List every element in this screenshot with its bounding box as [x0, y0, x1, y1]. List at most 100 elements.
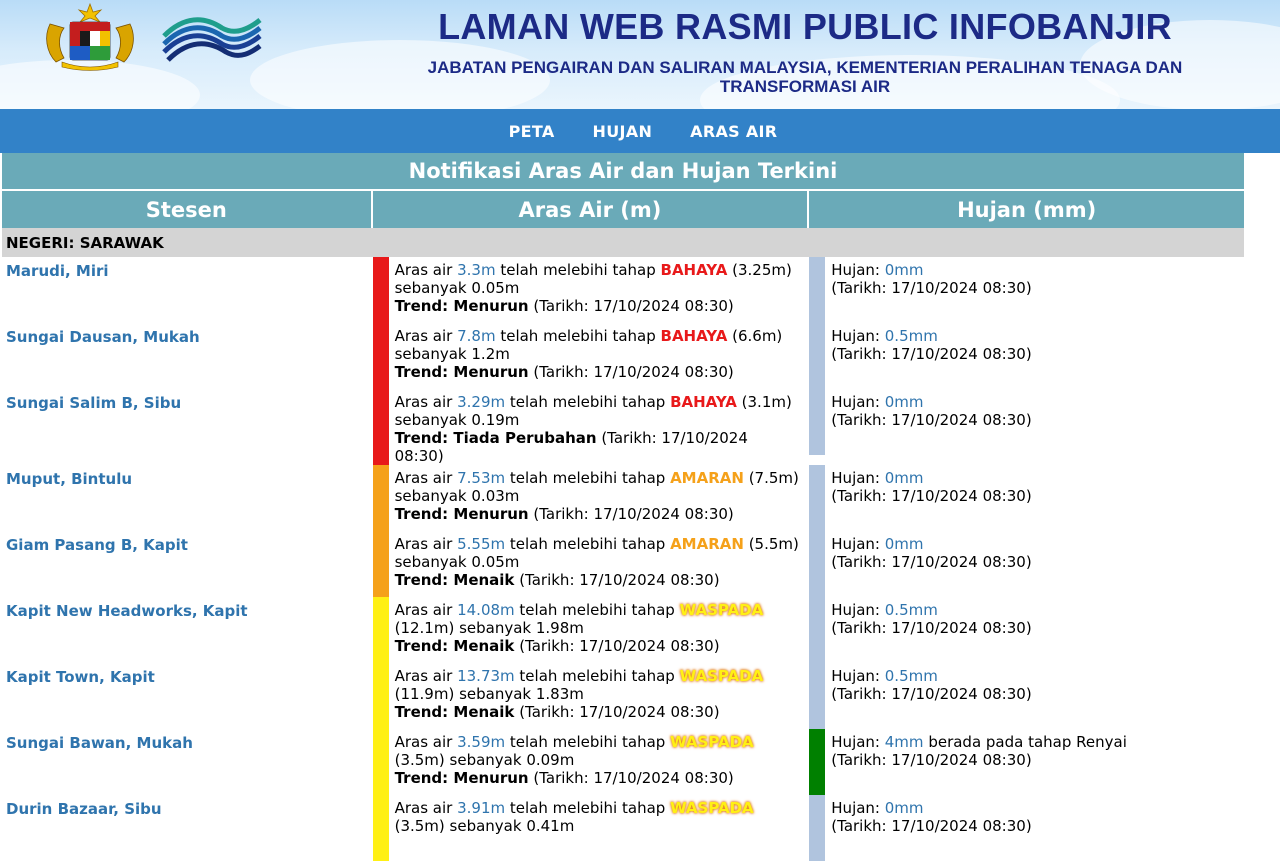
- rainfall-text: Hujan: 4mm berada pada tahap Renyai (Tari…: [825, 729, 1133, 795]
- water-level-value: 3.59m: [457, 733, 506, 751]
- date-close: ): [1025, 619, 1032, 637]
- station-link[interactable]: Sungai Salim B, Sibu: [6, 394, 181, 412]
- rainfall-cell: Hujan: 0.5mm (Tarikh: 17/10/2024 08:30): [809, 663, 1244, 729]
- table-title: Notifikasi Aras Air dan Hujan Terkini: [2, 153, 1244, 190]
- by-text: sebanyak: [394, 411, 472, 429]
- threshold-name: BAHAYA: [660, 327, 728, 345]
- date-close: ): [1025, 345, 1032, 363]
- status-bar: [372, 323, 389, 389]
- rainfall-content: Hujan: 0mm (Tarikh: 17/10/2024 08:30): [809, 389, 1244, 455]
- rainfall-content: Hujan: 0mm (Tarikh: 17/10/2024 08:30): [809, 531, 1244, 597]
- water-level-text: Aras air 3.3m telah melebihi tahap BAHAY…: [389, 257, 808, 323]
- station-link[interactable]: Sungai Bawan, Mukah: [6, 734, 193, 752]
- station-link[interactable]: Kapit Town, Kapit: [6, 668, 155, 686]
- rainfall-text: Hujan: 0.5mm (Tarikh: 17/10/2024 08:30): [825, 663, 1037, 729]
- date-value: 17/10/2024 08:30: [891, 751, 1026, 769]
- exceeded-text: telah melebihi tahap: [505, 535, 671, 553]
- table-row: Giam Pasang B, Kapit Aras air 5.55m telah…: [2, 531, 1244, 597]
- rain-label: Hujan:: [831, 733, 885, 751]
- water-level-text: Aras air 3.59m telah melebihi tahap WASP…: [389, 729, 808, 795]
- station-link[interactable]: Muput, Bintulu: [6, 470, 132, 488]
- date-close: ): [1025, 817, 1032, 835]
- station-link[interactable]: Kapit New Headworks, Kapit: [6, 602, 248, 620]
- date-close: ): [1025, 411, 1032, 429]
- excess-value: 0.19m: [471, 411, 520, 429]
- date-close: ): [1025, 553, 1032, 571]
- exceeded-text: telah melebihi tahap: [514, 601, 680, 619]
- site-header: LAMAN WEB RASMI PUBLIC INFOBANJIR JABATA…: [0, 0, 1280, 109]
- threshold-value: (3.1m): [741, 393, 792, 411]
- exceeded-text: telah melebihi tahap: [495, 261, 661, 279]
- by-text: sebanyak: [454, 619, 536, 637]
- date-value: 17/10/2024 08:30: [891, 619, 1026, 637]
- column-header-stesen: Stesen: [2, 190, 371, 228]
- trend-value: Menaik: [453, 571, 515, 589]
- rain-status-bar: [809, 323, 826, 389]
- date-label: (Tarikh:: [831, 751, 892, 769]
- date-label: (Tarikh:: [831, 619, 892, 637]
- exceeded-text: telah melebihi tahap: [505, 799, 671, 817]
- water-level-text: Aras air 5.55m telah melebihi tahap AMAR…: [389, 531, 808, 597]
- by-text: sebanyak: [394, 279, 472, 297]
- status-bar: [372, 389, 389, 465]
- date-value: 17/10/2024 08:30: [593, 769, 728, 787]
- threshold-name: WASPADA: [679, 601, 764, 619]
- date-label: (Tarikh:: [514, 703, 580, 721]
- rainfall-content: Hujan: 4mm berada pada tahap Renyai (Tari…: [809, 729, 1244, 795]
- threshold-name: BAHAYA: [670, 393, 737, 411]
- date-value: 17/10/2024 08:30: [891, 487, 1026, 505]
- station-link[interactable]: Sungai Dausan, Mukah: [6, 328, 200, 346]
- rain-label: Hujan:: [831, 535, 885, 553]
- station-rows: Marudi, Miri Aras air 3.3m telah melebihi…: [2, 257, 1244, 861]
- nav-item-peta[interactable]: PETA: [509, 122, 555, 141]
- table-row: Sungai Salim B, Sibu Aras air 3.29m telah…: [2, 389, 1244, 465]
- date-close: ): [713, 703, 720, 721]
- trend-value: Menurun: [453, 505, 529, 523]
- water-level-value: 7.8m: [457, 327, 496, 345]
- water-level-cell: Aras air 7.53m telah melebihi tahap AMAR…: [372, 465, 808, 531]
- station-link[interactable]: Marudi, Miri: [6, 262, 109, 280]
- trend-label: Trend:: [394, 363, 454, 381]
- water-level-content: Aras air 14.08m telah melebihi tahap WAS…: [372, 597, 808, 663]
- trend-value: Menurun: [453, 363, 529, 381]
- aras-prefix: Aras air: [394, 601, 458, 619]
- column-header-hujan: Hujan (mm): [809, 190, 1244, 228]
- table-row: Kapit New Headworks, Kapit Aras air 14.08…: [2, 597, 1244, 663]
- date-value: 17/10/2024 08:30: [579, 637, 714, 655]
- water-level-value: 5.55m: [457, 535, 506, 553]
- water-level-text: Aras air 3.91m telah melebihi tahap WASP…: [389, 795, 808, 861]
- rainfall-cell: Hujan: 0mm (Tarikh: 17/10/2024 08:30): [809, 465, 1244, 531]
- water-level-text: Aras air 14.08m telah melebihi tahap WAS…: [389, 597, 808, 663]
- water-level-value: 3.91m: [457, 799, 506, 817]
- status-bar: [372, 729, 389, 795]
- nav-item-hujan[interactable]: HUJAN: [593, 122, 653, 141]
- nav-item-aras-air[interactable]: ARAS AIR: [690, 122, 777, 141]
- exceeded-text: telah melebihi tahap: [514, 667, 680, 685]
- page-subtitle: JABATAN PENGAIRAN DAN SALIRAN MALAYSIA, …: [427, 58, 1183, 96]
- date-value: 17/10/2024 08:30: [593, 363, 728, 381]
- water-level-cell: Aras air 7.8m telah melebihi tahap BAHAY…: [372, 323, 808, 389]
- date-close: ): [727, 769, 734, 787]
- rain-value: 0mm: [884, 469, 924, 487]
- date-label: (Tarikh:: [528, 297, 594, 315]
- table-row: Muput, Bintulu Aras air 7.53m telah meleb…: [2, 465, 1244, 531]
- water-level-content: Aras air 3.3m telah melebihi tahap BAHAY…: [372, 257, 808, 323]
- station-link[interactable]: Durin Bazaar, Sibu: [6, 800, 162, 818]
- table-row: Kapit Town, Kapit Aras air 13.73m telah m…: [2, 663, 1244, 729]
- table-row: Marudi, Miri Aras air 3.3m telah melebihi…: [2, 257, 1244, 323]
- water-level-value: 13.73m: [457, 667, 515, 685]
- aras-prefix: Aras air: [394, 799, 458, 817]
- rainfall-text: Hujan: 0mm (Tarikh: 17/10/2024 08:30): [825, 389, 1037, 455]
- rain-status-bar: [809, 257, 826, 323]
- station-link[interactable]: Giam Pasang B, Kapit: [6, 536, 188, 554]
- date-label: (Tarikh:: [514, 637, 580, 655]
- date-label: (Tarikh:: [514, 571, 580, 589]
- rain-value: 0.5mm: [884, 327, 938, 345]
- aras-prefix: Aras air: [394, 535, 458, 553]
- date-value: 17/10/2024 08:30: [891, 345, 1026, 363]
- state-label: NEGERI: SARAWAK: [2, 228, 1244, 257]
- trend-label: Trend:: [394, 769, 454, 787]
- threshold-name: WASPADA: [670, 799, 754, 817]
- rain-value: 0mm: [884, 535, 924, 553]
- page-title: LAMAN WEB RASMI PUBLIC INFOBANJIR: [438, 6, 1172, 47]
